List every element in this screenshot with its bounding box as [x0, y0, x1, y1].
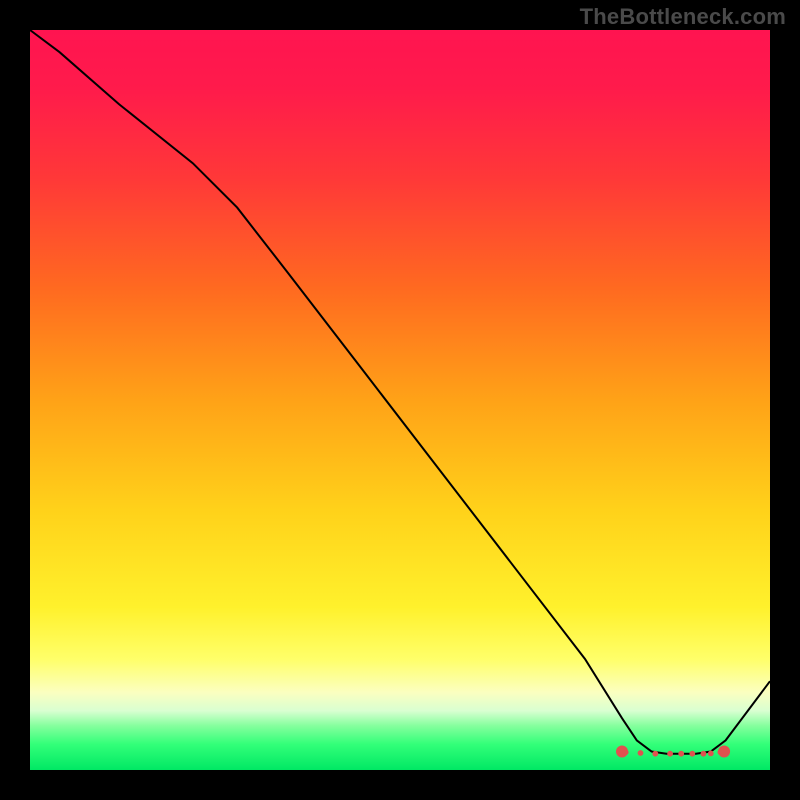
segment-dot [668, 751, 673, 756]
segment-dot [653, 751, 658, 756]
segment-dot [638, 751, 643, 756]
marker-dot [719, 746, 730, 757]
segment-dot [690, 751, 695, 756]
watermark-text: TheBottleneck.com [580, 4, 786, 30]
segment-dot [701, 751, 706, 756]
plot-area [30, 30, 770, 770]
segment-dot [623, 750, 628, 755]
segment-dot [679, 751, 684, 756]
bottleneck-curve [30, 30, 770, 754]
segment-dot [708, 751, 713, 756]
chart-frame: TheBottleneck.com [0, 0, 800, 800]
recommended-end-marker [719, 746, 730, 757]
chart-overlay [30, 30, 770, 770]
